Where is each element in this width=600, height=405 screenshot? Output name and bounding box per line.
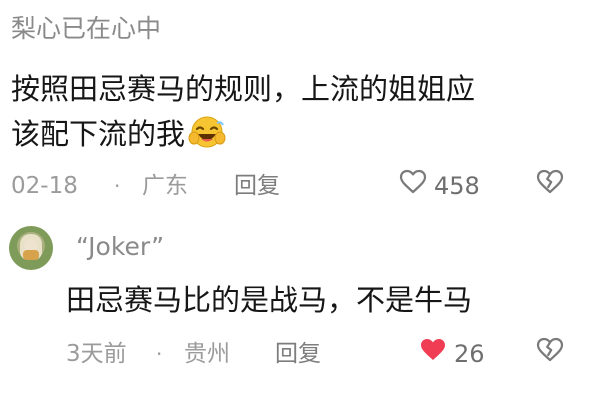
comment-1-date: 02-18 <box>11 173 78 199</box>
comment-1-text-line-2: 该配下流的我 <box>11 112 581 157</box>
comment-2-location: 贵州 <box>184 341 230 367</box>
comment-1-username[interactable]: 梨心已在心中 <box>11 14 161 44</box>
broken-heart-icon <box>536 337 564 372</box>
comment-2-reply-button[interactable]: 回复 <box>275 338 321 370</box>
comment-2-like-button[interactable]: 26 <box>419 338 485 370</box>
comment-1-location: 广东 <box>142 173 188 199</box>
comment-1-dislike-button[interactable] <box>536 169 564 204</box>
broken-heart-icon <box>536 169 564 204</box>
comment-1-reply-button[interactable]: 回复 <box>234 170 280 202</box>
comment-2-date: 3天前 <box>66 341 127 367</box>
user-avatar[interactable] <box>9 226 53 270</box>
comment-1-like-count: 458 <box>434 172 480 200</box>
comment-2-username[interactable]: “Joker” <box>76 232 164 262</box>
laughing-emoji-icon <box>187 114 227 150</box>
comment-2-meta: 3天前 · 贵州 回复 26 <box>0 337 600 372</box>
comment-2-separator: · <box>156 342 163 366</box>
comment-2-like-count: 26 <box>454 340 485 368</box>
comment-2-text: 田忌赛马比的是战马，不是牛马 <box>66 283 473 317</box>
comment-1-text: 按照田忌赛马的规则，上流的姐姐应 该配下流的我 <box>11 67 581 157</box>
comment-1-like-button[interactable]: 458 <box>399 169 480 204</box>
comment-1-text-line-2-content: 该配下流的我 <box>11 117 186 151</box>
heart-outline-icon <box>399 169 427 204</box>
comment-1-text-line-1: 按照田忌赛马的规则，上流的姐姐应 <box>11 72 476 106</box>
comment-2-dislike-button[interactable] <box>536 337 564 372</box>
heart-filled-icon <box>419 337 447 372</box>
comment-1-meta: 02-18 · 广东 回复 458 <box>0 169 600 204</box>
comment-1-separator: · <box>114 174 121 198</box>
